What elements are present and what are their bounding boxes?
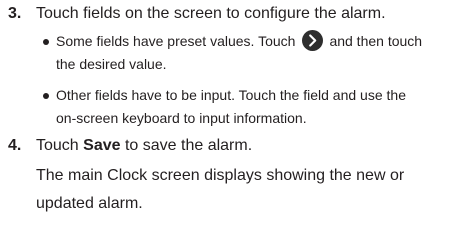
bullet-text-after-icon: and then touch bbox=[329, 33, 423, 49]
bullet-text-before-icon: Some fields have preset values. Touch bbox=[56, 33, 296, 49]
bullet-text-line2: on-screen keyboard to input information. bbox=[56, 110, 307, 126]
bullet-dot bbox=[43, 39, 49, 45]
bullet-text: Other fields have to be input. Touch the… bbox=[56, 84, 456, 130]
bullet-text-line1: Other fields have to be input. Touch the… bbox=[56, 87, 406, 103]
step-number: 3. bbox=[8, 5, 22, 22]
step-text-before: Touch bbox=[36, 137, 79, 154]
step-text-after: to save the alarm. bbox=[124, 137, 253, 154]
step-text: Touch Save to save the alarm. bbox=[36, 134, 457, 158]
chevron-right-circle-icon bbox=[302, 30, 324, 51]
bullet-dot bbox=[43, 93, 49, 99]
step-number: 4. bbox=[8, 137, 22, 154]
paragraph-line2: updated alarm. bbox=[36, 195, 143, 212]
paragraph-line1: The main Clock screen displays showing t… bbox=[36, 167, 405, 184]
bullet-text-line2: the desired value. bbox=[56, 56, 167, 72]
bullet-text: Some fields have preset values. Touch and… bbox=[56, 30, 456, 76]
step-text: Touch fields on the screen to configure … bbox=[36, 5, 386, 22]
save-label: Save bbox=[83, 137, 121, 154]
